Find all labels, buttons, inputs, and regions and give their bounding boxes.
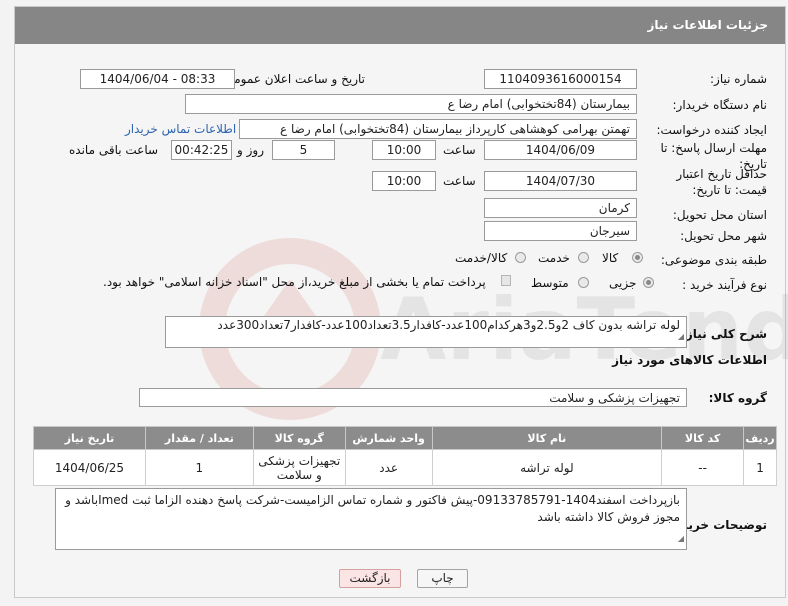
resize-grip-icon[interactable]: ◢	[678, 530, 684, 547]
buyer-contact-link-wrap: اطلاعات تماس خریدار	[125, 122, 236, 136]
goods-table: ردیف کد کالا نام کالا واحد شمارش گروه کا…	[33, 426, 777, 486]
category-option-service: خدمت	[538, 251, 570, 265]
col-unit: واحد شمارش	[344, 426, 433, 450]
response-deadline-date: 1404/06/09	[484, 140, 637, 160]
price-validity-label: حداقل تاریخ اعتبار قیمت: تا تاریخ:	[676, 167, 767, 197]
remaining-time-field: 00:42:25	[171, 140, 232, 160]
col-row-number: ردیف	[743, 426, 777, 450]
cell-unit: عدد	[344, 449, 433, 486]
cell-quantity: 1	[144, 449, 254, 486]
buyer-notes-field: بازپرداخت اسفند1404-09133785791-پیش فاکت…	[55, 488, 687, 550]
page-title: جزئیات اطلاعات نیاز	[647, 18, 768, 32]
buyer-org-label: نام دستگاه خریدار:	[672, 98, 768, 112]
cell-row-number: 1	[743, 449, 777, 486]
province-field: کرمان	[484, 198, 637, 218]
announce-datetime-field: 1404/06/04 - 08:33	[80, 69, 235, 89]
requester-label: ایجاد کننده درخواست:	[656, 123, 767, 137]
resize-grip-icon[interactable]: ◢	[678, 328, 684, 345]
need-number-label: شماره نیاز:	[710, 72, 767, 86]
need-number-field: 1104093616000154	[484, 69, 637, 89]
response-time-label: ساعت	[443, 143, 476, 157]
purchase-option-minor: جزیی	[609, 276, 637, 290]
back-button[interactable]: بازگشت	[339, 569, 401, 588]
goods-group-label: گروه کالا:	[708, 391, 767, 405]
requester-field: تهمتن بهرامی کوهشاهی کارپرداز بیمارستان …	[239, 119, 637, 139]
category-radio-goods[interactable]	[632, 252, 643, 263]
buyer-notes-text: بازپرداخت اسفند1404-09133785791-پیش فاکت…	[65, 493, 680, 524]
province-label: استان محل تحویل:	[672, 208, 767, 222]
buyer-org-field: بیمارستان (84تختخوابی) امام رضا ع	[185, 94, 637, 114]
col-goods-group: گروه کالا	[252, 426, 346, 450]
price-validity-time: 10:00	[372, 171, 436, 191]
page-frame: جزئیات اطلاعات نیاز AriaTender.net شماره…	[14, 6, 788, 598]
description-field: لوله تراشه بدون کاف 2و2.5و3هرکدام100عدد-…	[165, 316, 687, 348]
table-header-row: ردیف کد کالا نام کالا واحد شمارش گروه کا…	[33, 426, 777, 450]
col-item-code: کد کالا	[661, 426, 745, 450]
response-deadline-time: 10:00	[372, 140, 436, 160]
category-radio-goods-service[interactable]	[515, 252, 526, 263]
price-time-label: ساعت	[443, 174, 476, 188]
treasury-note: پرداخت تمام یا بخشی از مبلغ خرید،از محل …	[103, 275, 486, 289]
page-header: جزئیات اطلاعات نیاز	[15, 7, 785, 44]
cell-need-date: 1404/06/25	[33, 449, 146, 486]
goods-section-title: اطلاعات کالاهای مورد نیاز	[612, 353, 767, 367]
col-item-name: نام کالا	[431, 426, 663, 450]
print-button[interactable]: چاپ	[417, 569, 468, 588]
cell-goods-group: تجهیزات پزشکی و سلامت	[252, 449, 346, 486]
cell-item-code: --	[661, 449, 745, 486]
purchase-radio-medium[interactable]	[578, 277, 589, 288]
city-label: شهر محل تحویل:	[680, 229, 767, 243]
col-need-date: تاریخ نیاز	[33, 426, 146, 450]
table-row: 1 -- لوله تراشه عدد تجهیزات پزشکی و سلام…	[33, 449, 777, 486]
buyer-contact-link[interactable]: اطلاعات تماس خریدار	[125, 122, 236, 136]
goods-group-field: تجهیزات پزشکی و سلامت	[139, 388, 687, 407]
category-option-goods: کالا	[602, 251, 619, 265]
purchase-type-label: نوع فرآیند خرید :	[682, 278, 767, 292]
remaining-days-label: روز و	[237, 143, 264, 157]
description-label: شرح کلی نیاز:	[681, 327, 767, 341]
category-radio-service[interactable]	[578, 252, 589, 263]
price-validity-date: 1404/07/30	[484, 171, 637, 191]
purchase-option-medium: متوسط	[531, 276, 569, 290]
announce-datetime-label: تاریخ و ساعت اعلان عمومی:	[220, 72, 365, 86]
purchase-radio-minor[interactable]	[643, 277, 654, 288]
category-label: طبقه بندی موضوعی:	[660, 253, 767, 267]
description-text: لوله تراشه بدون کاف 2و2.5و3هرکدام100عدد-…	[217, 318, 680, 332]
city-field: سیرجان	[484, 221, 637, 241]
cell-item-name: لوله تراشه	[431, 449, 663, 486]
remaining-time-label: ساعت باقی مانده	[69, 143, 159, 157]
category-option-goods-service: کالا/خدمت	[455, 251, 508, 265]
treasury-checkbox[interactable]	[501, 275, 511, 286]
col-quantity: تعداد / مقدار	[144, 426, 254, 450]
remaining-days-field: 5	[272, 140, 335, 160]
